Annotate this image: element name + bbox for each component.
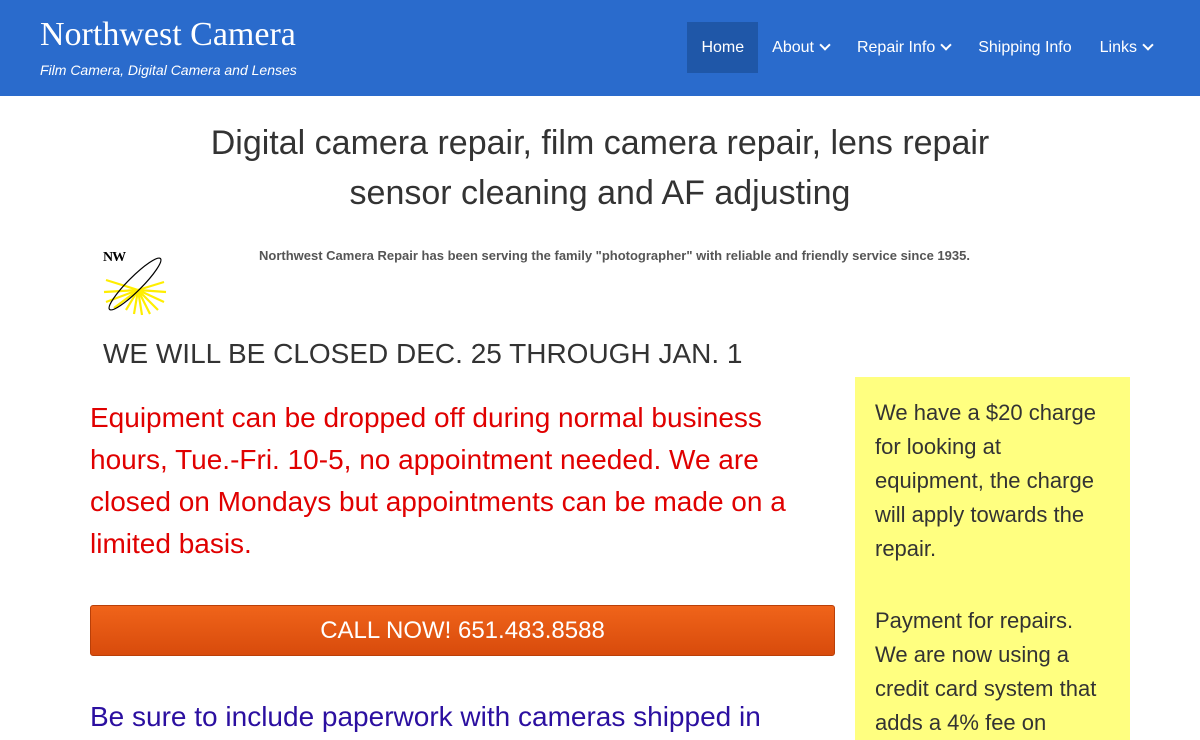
call-now-button[interactable]: CALL NOW! 651.483.8588 — [90, 605, 835, 656]
main-nav: Home About Repair Info Shipping Info Lin… — [687, 22, 1166, 73]
site-header: Northwest Camera Film Camera, Digital Ca… — [0, 0, 1200, 96]
dropoff-hours-notice: Equipment can be dropped off during norm… — [90, 402, 786, 559]
nav-shipping-info[interactable]: Shipping Info — [964, 22, 1085, 73]
nav-about[interactable]: About — [758, 22, 843, 73]
pricing-sidebar: We have a $20 charge for looking at equi… — [855, 377, 1130, 740]
nav-shipping-info-label: Shipping Info — [978, 38, 1072, 56]
chevron-down-icon — [1142, 39, 1154, 51]
payment-notice: Payment for repairs. We are now using a … — [875, 608, 1097, 735]
site-title[interactable]: Northwest Camera — [40, 16, 296, 54]
chevron-down-icon — [940, 39, 952, 51]
site-tagline: Film Camera, Digital Camera and Lenses — [40, 62, 297, 78]
inspection-charge-notice: We have a $20 charge for looking at equi… — [875, 400, 1096, 561]
nav-links[interactable]: Links — [1086, 22, 1166, 73]
nav-links-label: Links — [1099, 38, 1137, 56]
shipping-paperwork-notice: Be sure to include paperwork with camera… — [90, 701, 761, 732]
company-logo: NW — [100, 250, 170, 316]
logo-text: NW — [103, 250, 126, 265]
headline-line-1: Digital camera repair, film camera repai… — [210, 124, 990, 162]
nav-home[interactable]: Home — [687, 22, 759, 73]
page-headline: Digital camera repair, film camera repai… — [0, 118, 1200, 218]
call-now-label: CALL NOW! 651.483.8588 — [320, 617, 605, 644]
nav-repair-info[interactable]: Repair Info — [843, 22, 964, 73]
nav-home-label: Home — [701, 38, 745, 56]
intro-text: Northwest Camera Repair has been serving… — [259, 248, 970, 263]
headline-line-2: sensor cleaning and AF adjusting — [349, 174, 851, 212]
nav-about-label: About — [772, 38, 814, 56]
holiday-closure-notice: WE WILL BE CLOSED DEC. 25 THROUGH JAN. 1 — [103, 338, 743, 369]
nav-repair-info-label: Repair Info — [856, 38, 936, 56]
chevron-down-icon — [819, 39, 831, 51]
